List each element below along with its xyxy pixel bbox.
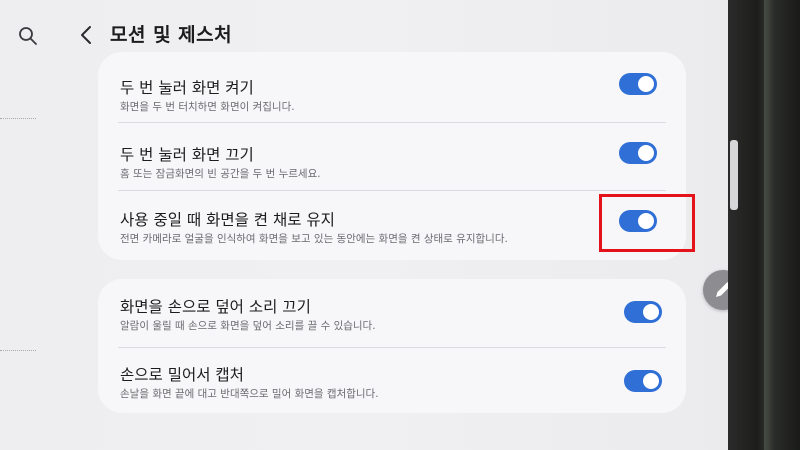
toggle-knob: [642, 303, 660, 321]
setting-subtitle: 화면을 두 번 터치하면 화면이 켜집니다.: [120, 101, 295, 113]
setting-title: 화면을 손으로 덮어 소리 끄기: [120, 298, 311, 316]
setting-title: 두 번 눌러 화면 켜기: [120, 79, 254, 97]
setting-palm-swipe-capture[interactable]: 손으로 밀어서 캡처 손날을 화면 끝에 대고 반대쪽으로 밀어 화면을 캡처합…: [98, 348, 686, 413]
nav-divider: [0, 350, 36, 351]
search-icon[interactable]: [17, 25, 39, 47]
settings-card: 화면을 손으로 덮어 소리 끄기 알람이 울릴 때 손으로 화면을 덮어 소리를…: [98, 279, 686, 413]
back-button[interactable]: [76, 23, 98, 47]
pencil-icon: [716, 282, 728, 297]
setting-title: 사용 중일 때 화면을 켠 채로 유지: [120, 211, 335, 229]
nav-divider: [0, 118, 36, 119]
chevron-left-icon: [81, 26, 91, 44]
setting-double-tap-off[interactable]: 두 번 눌러 화면 끄기 홈 또는 잠금화면의 빈 공간을 두 번 누르세요.: [98, 123, 686, 189]
setting-subtitle: 손날을 화면 끝에 대고 반대쪽으로 밀어 화면을 캡처합니다.: [120, 388, 379, 400]
setting-keep-screen-on[interactable]: 사용 중일 때 화면을 켠 채로 유지 전면 카메라로 얼굴을 인식하여 화면을…: [98, 191, 686, 260]
page-title: 모션 및 제스처: [110, 24, 233, 46]
setting-title: 손으로 밀어서 캡처: [120, 366, 244, 384]
setting-double-tap-on[interactable]: 두 번 눌러 화면 켜기 화면을 두 번 터치하면 화면이 켜집니다.: [98, 52, 686, 120]
toggle-switch[interactable]: [624, 301, 662, 323]
toggle-knob: [642, 372, 660, 390]
setting-subtitle: 알람이 울릴 때 손으로 화면을 덮어 소리를 끌 수 있습니다.: [120, 320, 376, 332]
edit-button[interactable]: [703, 270, 728, 310]
setting-subtitle: 홈 또는 잠금화면의 빈 공간을 두 번 누르세요.: [120, 168, 321, 180]
toggle-knob: [637, 75, 655, 93]
highlight-box: [599, 194, 695, 252]
setting-subtitle: 전면 카메라로 얼굴을 인식하여 화면을 보고 있는 동안에는 화면을 켠 상태…: [120, 233, 508, 245]
device-bezel: [728, 0, 800, 450]
toggle-switch[interactable]: [624, 370, 662, 392]
setting-title: 두 번 눌러 화면 끄기: [120, 146, 254, 164]
settings-screen: 모션 및 제스처 두 번 눌러 화면 켜기 화면을 두 번 터치하면 화면이 켜…: [0, 0, 728, 450]
settings-card: 두 번 눌러 화면 켜기 화면을 두 번 터치하면 화면이 켜집니다. 두 번 …: [98, 52, 686, 260]
toggle-switch[interactable]: [619, 73, 657, 95]
device-side-key: [730, 140, 738, 210]
setting-palm-mute[interactable]: 화면을 손으로 덮어 소리 끄기 알람이 울릴 때 손으로 화면을 덮어 소리를…: [98, 279, 686, 347]
toggle-knob: [637, 144, 655, 162]
toggle-switch[interactable]: [619, 142, 657, 164]
